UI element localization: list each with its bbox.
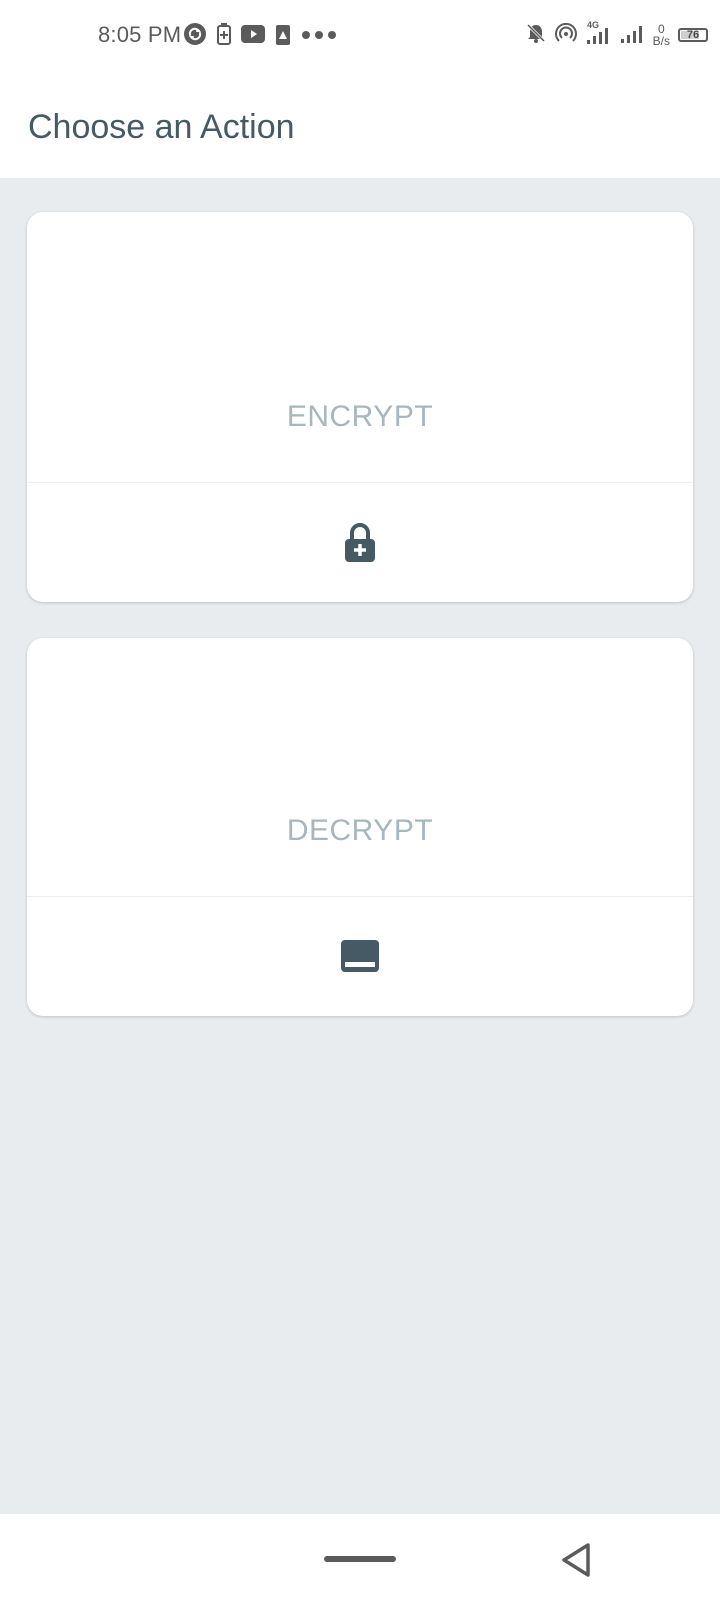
tray-icon (341, 940, 379, 972)
app-bar: Choose an Action (0, 72, 720, 178)
encrypt-card[interactable]: ENCRYPT (27, 212, 693, 602)
status-bar: 8:05 PM 4G 0 B/s 76 (0, 0, 720, 72)
back-triangle-icon[interactable] (556, 1540, 596, 1580)
page-title: Choose an Action (28, 108, 295, 146)
bell-off-icon (525, 22, 547, 49)
alert-icon (275, 23, 291, 50)
decrypt-card-body[interactable]: DECRYPT (27, 638, 693, 897)
decrypt-action[interactable] (27, 897, 693, 1015)
battery-saver-icon (217, 22, 231, 50)
nav-bar (0, 1514, 720, 1600)
encrypt-action[interactable] (27, 483, 693, 602)
decrypt-label: DECRYPT (286, 814, 434, 847)
network-type-text: 4G (587, 20, 599, 30)
status-right-icons: 4G 0 B/s 76 (525, 20, 708, 50)
lock-plus-icon (345, 523, 375, 562)
net-speed-unit: B/s (652, 34, 670, 48)
encrypt-label: ENCRYPT (286, 400, 434, 433)
signal-4g-icon: 4G (585, 20, 611, 51)
battery-icon: 76 (678, 28, 708, 42)
home-handle[interactable] (324, 1556, 396, 1562)
more-dots-icon (301, 27, 337, 45)
content-area: ENCRYPT DECRYPT (0, 178, 720, 1514)
screen: 8:05 PM 4G 0 B/s 76 Choose an Action ENC… (0, 0, 720, 1600)
youtube-icon (241, 24, 265, 48)
net-speed: 0 B/s (653, 23, 670, 47)
decrypt-card[interactable]: DECRYPT (27, 638, 693, 1016)
status-time: 8:05 PM (98, 22, 182, 47)
encrypt-card-body[interactable]: ENCRYPT (27, 212, 693, 483)
battery-level: 76 (686, 29, 700, 41)
hotspot-icon (554, 22, 577, 49)
status-left-icons (183, 22, 337, 51)
sync-icon (183, 22, 207, 51)
signal-icon (619, 22, 645, 49)
